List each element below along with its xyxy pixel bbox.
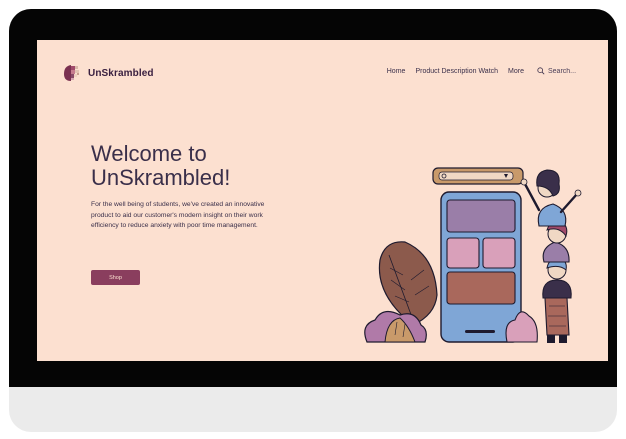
search-icon	[537, 67, 545, 75]
search-input[interactable]	[548, 67, 586, 75]
brand-name: UnSkrambled	[88, 67, 154, 79]
search-box[interactable]	[537, 67, 586, 75]
site-logo[interactable]: UnSkrambled	[61, 62, 154, 84]
website-screen: UnSkrambled Home Product Description Wat…	[37, 40, 608, 361]
logo-mark-icon	[64, 65, 79, 81]
hero-illustration	[364, 167, 582, 343]
floating-search-bar	[432, 167, 524, 185]
nav-home-link[interactable]: Home	[387, 68, 406, 75]
top-nav: Home Product Description Watch More	[377, 67, 586, 75]
hero-description: For the well being of students, we've cr…	[91, 201, 265, 229]
laptop-device: UnSkrambled Home Product Description Wat…	[9, 9, 617, 432]
nav-product-description-watch-link[interactable]: Product Description Watch	[415, 68, 498, 75]
nav-more-link[interactable]: More	[508, 68, 524, 75]
phone-mockup	[440, 191, 522, 343]
shop-button[interactable]: Shop	[91, 270, 140, 285]
hero-title: Welcome to UnSkrambled!	[91, 141, 231, 190]
